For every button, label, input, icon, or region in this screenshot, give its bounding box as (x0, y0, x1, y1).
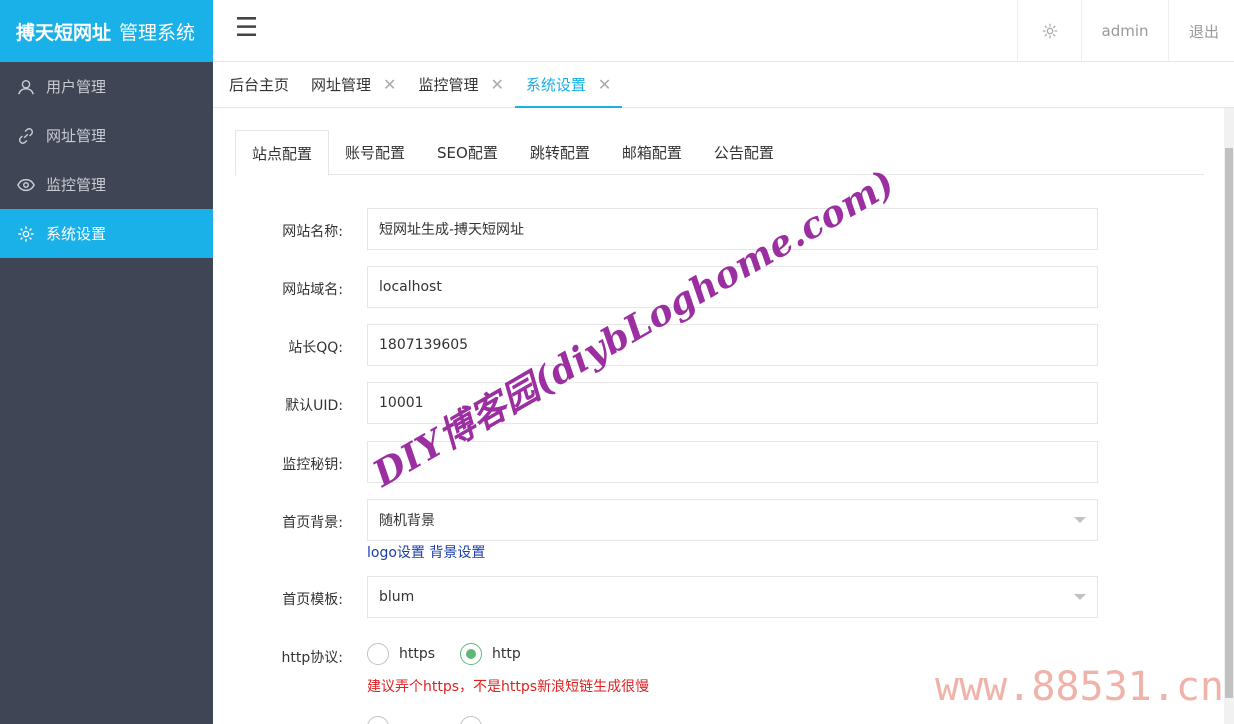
gear-icon (16, 224, 36, 244)
home-bg-value: 随机背景 (379, 513, 435, 529)
sidebar-item-label: 网址管理 (46, 127, 107, 145)
http-hint: 建议弄个https，不是https新浪短链生成很慢 (367, 679, 650, 695)
sidebar-item-label: 系统设置 (46, 225, 107, 243)
radio-circle (460, 643, 482, 665)
tab-monitor[interactable]: 监控管理 ✕ (407, 62, 514, 107)
header-actions: admin 退出 (1017, 0, 1234, 62)
radio-partial[interactable] (460, 716, 482, 724)
settings-gear-button[interactable] (1017, 0, 1081, 62)
sidebar: 搏天短网址 管理系统 用户管理 网址管理 监控管理 系统设置 (0, 0, 213, 724)
home-bg-select[interactable]: 随机背景 (367, 499, 1098, 541)
eye-icon (16, 175, 36, 195)
gear-icon (1042, 23, 1057, 39)
subtab-email[interactable]: 邮箱配置 (606, 130, 698, 174)
main-content: 站点配置 账号配置 SEO配置 跳转配置 邮箱配置 公告配置 网站名称: 网站域… (213, 108, 1234, 724)
sidebar-item-users[interactable]: 用户管理 (0, 62, 213, 111)
monitor-key-field[interactable] (367, 441, 1098, 483)
radio-label: https (399, 646, 436, 662)
tab-label: 网址管理 (311, 76, 372, 94)
close-icon[interactable]: ✕ (598, 75, 611, 94)
tab-label: 后台主页 (229, 76, 290, 94)
radio-https[interactable]: https (367, 643, 435, 665)
scrollbar-thumb[interactable] (1225, 148, 1233, 698)
site-domain-input[interactable] (379, 279, 1086, 295)
app-logo[interactable]: 搏天短网址 管理系统 (0, 0, 213, 62)
admin-qq-input[interactable] (379, 337, 1086, 353)
default-uid-input[interactable] (379, 395, 1086, 411)
subtab-redirect[interactable]: 跳转配置 (514, 130, 606, 174)
radio-partial[interactable] (367, 716, 389, 724)
sidebar-item-settings[interactable]: 系统设置 (0, 209, 213, 258)
sidebar-item-monitor[interactable]: 监控管理 (0, 160, 213, 209)
home-template-label: 首页模板: (282, 592, 343, 608)
tab-links[interactable]: 网址管理 ✕ (300, 62, 407, 107)
default-uid-field[interactable] (367, 382, 1098, 424)
bg-settings-link[interactable]: 背景设置 (429, 545, 485, 561)
menu-toggle-icon[interactable]: ☰ (235, 14, 258, 42)
monitor-key-label: 监控秘钥: (282, 457, 343, 473)
subtab-seo[interactable]: SEO配置 (421, 130, 514, 174)
tab-label: 系统设置 (525, 76, 586, 94)
sidebar-item-label: 监控管理 (46, 176, 107, 194)
tab-settings[interactable]: 系统设置 ✕ (514, 62, 623, 108)
bg-links: logo设置 背景设置 (367, 542, 485, 562)
radio-http[interactable]: http (460, 643, 521, 665)
logo-brand: 搏天短网址 (16, 21, 112, 44)
http-protocol-label: http协议: (281, 650, 343, 666)
sidebar-item-links[interactable]: 网址管理 (0, 111, 213, 160)
logo-suffix: 管理系统 (119, 21, 196, 44)
chevron-down-icon (1074, 594, 1086, 600)
sidebar-item-label: 用户管理 (46, 78, 107, 96)
site-domain-label: 网站域名: (282, 282, 343, 298)
home-template-value: blum (379, 589, 415, 605)
admin-qq-label: 站长QQ: (288, 340, 343, 356)
chevron-down-icon (1074, 517, 1086, 523)
subtab-site[interactable]: 站点配置 (235, 130, 330, 176)
close-icon[interactable]: ✕ (383, 75, 396, 94)
logo-settings-link[interactable]: logo设置 (367, 545, 425, 561)
radio-label: http (492, 646, 521, 662)
home-bg-label: 首页背景: (282, 515, 343, 531)
top-header: ☰ admin 退出 (213, 0, 1234, 62)
link-icon (16, 126, 36, 146)
page-tab-bar: 后台主页 网址管理 ✕ 监控管理 ✕ 系统设置 ✕ (213, 62, 1234, 108)
home-template-select[interactable]: blum (367, 576, 1098, 618)
site-name-label: 网站名称: (282, 224, 343, 240)
monitor-key-input[interactable] (379, 454, 1086, 470)
tab-dashboard[interactable]: 后台主页 (218, 62, 300, 107)
subtab-account[interactable]: 账号配置 (329, 130, 421, 174)
site-domain-field[interactable] (367, 266, 1098, 308)
site-name-input[interactable] (379, 221, 1086, 237)
vertical-scrollbar[interactable] (1224, 108, 1234, 724)
user-menu[interactable]: admin (1081, 0, 1168, 62)
user-icon (16, 77, 36, 97)
admin-qq-field[interactable] (367, 324, 1098, 366)
default-uid-label: 默认UID: (285, 398, 343, 414)
tab-label: 监控管理 (418, 76, 479, 94)
logout-button[interactable]: 退出 (1168, 0, 1234, 62)
site-name-field[interactable] (367, 208, 1098, 250)
settings-subtabs: 站点配置 账号配置 SEO配置 跳转配置 邮箱配置 公告配置 (235, 130, 1204, 176)
radio-circle (367, 643, 389, 665)
subtab-notice[interactable]: 公告配置 (698, 130, 790, 174)
close-icon[interactable]: ✕ (490, 75, 503, 94)
